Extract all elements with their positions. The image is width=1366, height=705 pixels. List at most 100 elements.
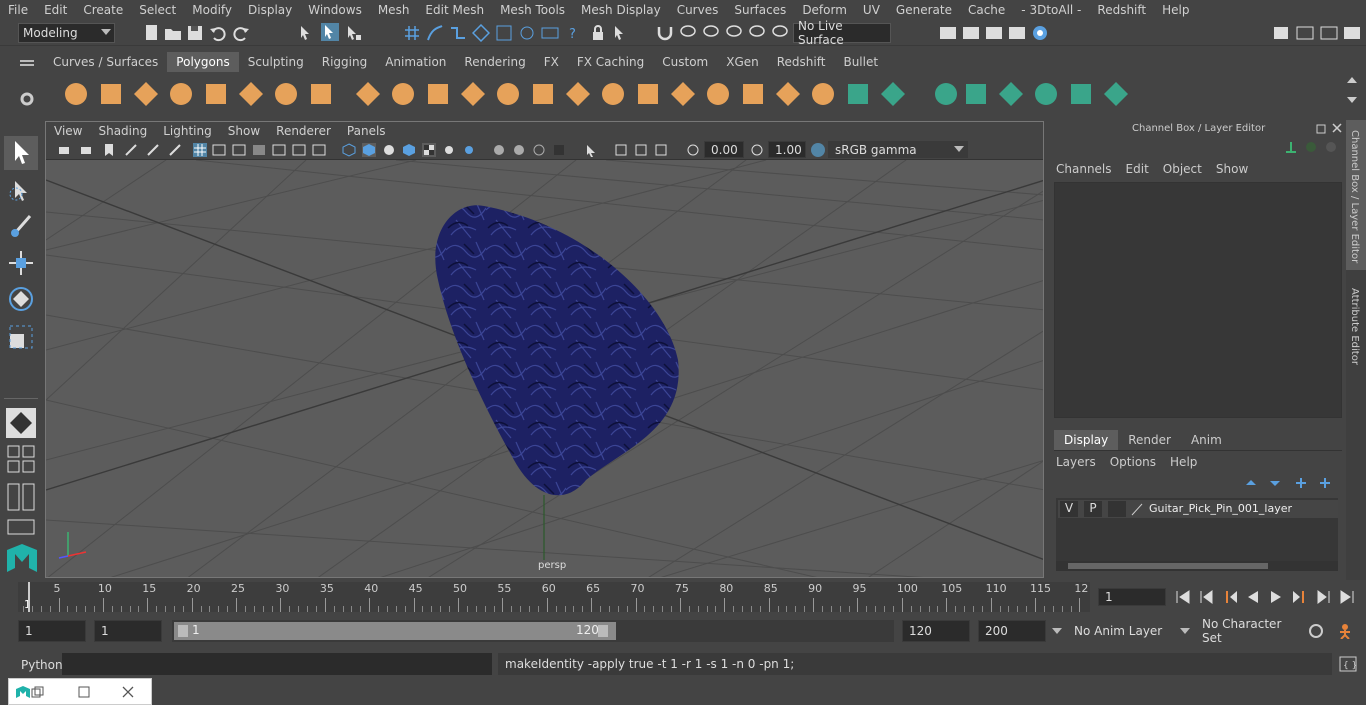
grease-pencil-icon[interactable] [168, 143, 182, 157]
unfold-icon[interactable] [1032, 80, 1060, 108]
camera-icon[interactable] [58, 143, 72, 157]
lasso-tool-icon[interactable] [6, 176, 36, 206]
screen-space-ao-icon[interactable] [492, 143, 506, 157]
shelf-tab-custom[interactable]: Custom [653, 52, 717, 72]
move-tool-icon[interactable] [6, 248, 36, 278]
go-to-end-icon[interactable] [1339, 590, 1355, 604]
move-layer-down-icon[interactable] [1268, 476, 1282, 490]
command-input[interactable] [62, 653, 492, 675]
shelf-tab-bullet[interactable]: Bullet [834, 52, 887, 72]
layer-row[interactable]: V P Guitar_Pick_Pin_001_layer [1058, 500, 1338, 518]
layer-menu-layers[interactable]: Layers [1056, 455, 1110, 471]
paint-tool-icon[interactable] [6, 212, 36, 242]
close-panel-icon[interactable] [1331, 122, 1343, 134]
current-frame-field[interactable]: 1 [1098, 588, 1166, 606]
gamma-icon[interactable] [750, 143, 764, 157]
layer-name[interactable]: Guitar_Pick_Pin_001_layer [1149, 502, 1292, 515]
layer-scrollbar[interactable] [1056, 561, 1338, 571]
play-backward-icon[interactable] [1245, 590, 1261, 604]
viewport-menu-show[interactable]: Show [220, 122, 268, 140]
quad-draw-icon[interactable] [879, 80, 907, 108]
lights-icon[interactable] [442, 143, 456, 157]
play-forward-icon[interactable] [1268, 590, 1284, 604]
new-layer-selected-icon[interactable] [1318, 476, 1332, 490]
bevel-icon[interactable] [739, 80, 767, 108]
safe-title-icon[interactable] [312, 143, 326, 157]
menu-mesh-tools[interactable]: Mesh Tools [492, 3, 573, 17]
shelf-tab-fx[interactable]: FX [535, 52, 568, 72]
combine-icon[interactable] [424, 80, 452, 108]
gamma-field[interactable]: 1.00 [768, 141, 806, 158]
shelf-tab-rendering[interactable]: Rendering [455, 52, 534, 72]
layout-quad-icon[interactable] [6, 444, 36, 474]
new-scene-icon[interactable] [143, 24, 161, 42]
layer-display-type[interactable] [1108, 501, 1126, 517]
side-tab-channel-box[interactable]: Channel Box / Layer Editor [1346, 120, 1366, 270]
shadows-icon[interactable] [462, 143, 476, 157]
workspace-icon[interactable] [1272, 24, 1290, 42]
image-plane-icon[interactable] [124, 143, 138, 157]
viewport-menu-panels[interactable]: Panels [339, 122, 394, 140]
range-handle[interactable]: 1 120 [174, 622, 616, 640]
close-window-icon[interactable] [121, 685, 135, 699]
cube-icon[interactable] [97, 80, 125, 108]
camera-attr-icon[interactable] [80, 143, 94, 157]
render-settings-icon[interactable] [939, 24, 957, 42]
boolean-icon[interactable] [529, 80, 557, 108]
layer-tab-display[interactable]: Display [1054, 430, 1119, 450]
grid-toggle-icon[interactable] [193, 143, 207, 157]
depth-of-field-icon[interactable] [552, 143, 566, 157]
step-forward-icon[interactable] [1315, 590, 1331, 604]
layer-visibility-toggle[interactable]: V [1060, 501, 1078, 517]
shelf-tab-redshift[interactable]: Redshift [768, 52, 835, 72]
anim-layer-dropdown[interactable]: No Anim Layer [1068, 620, 1174, 642]
film-gate-icon[interactable] [212, 143, 226, 157]
select-component-icon[interactable] [345, 24, 363, 42]
cylinder-icon[interactable] [132, 80, 160, 108]
viewport-menu-shading[interactable]: Shading [90, 122, 155, 140]
xray-icon[interactable] [614, 143, 628, 157]
viewport-menu-lighting[interactable]: Lighting [155, 122, 220, 140]
target-weld-icon[interactable] [809, 80, 837, 108]
bookmark-icon[interactable] [102, 143, 116, 157]
command-language-label[interactable]: Python [21, 658, 63, 672]
open-scene-icon[interactable] [164, 24, 182, 42]
menu-edit-mesh[interactable]: Edit Mesh [417, 3, 492, 17]
smooth-shade-icon[interactable] [362, 143, 376, 157]
motion-blur-icon[interactable] [512, 143, 526, 157]
playback-start-field[interactable]: 1 [94, 620, 162, 642]
xray-joints-icon[interactable] [634, 143, 648, 157]
character-set-dropdown[interactable]: No Character Set [1196, 617, 1300, 645]
menu-deform[interactable]: Deform [794, 3, 855, 17]
start-time-field[interactable]: 1 [18, 620, 86, 642]
playhead[interactable] [28, 582, 30, 612]
snap-curve-icon[interactable] [426, 24, 444, 42]
scale-tool-icon[interactable] [6, 322, 36, 352]
target-icon[interactable] [1031, 24, 1049, 42]
menu-display[interactable]: Display [240, 3, 300, 17]
snap-view-plane-icon[interactable] [472, 24, 490, 42]
menu-mesh-display[interactable]: Mesh Display [573, 3, 669, 17]
toggle-panel-2-icon[interactable] [1320, 24, 1338, 42]
side-tab-attribute-editor[interactable]: Attribute Editor [1346, 280, 1366, 380]
playback-end-field[interactable]: 120 [902, 620, 970, 642]
menu-generate[interactable]: Generate [888, 3, 960, 17]
select-tool-icon[interactable] [4, 136, 38, 170]
color-space-dropdown[interactable]: sRGB gamma [828, 141, 968, 158]
transfer-icon[interactable] [1067, 80, 1095, 108]
maximize-window-icon[interactable] [77, 685, 91, 699]
anti-alias-icon[interactable] [532, 143, 546, 157]
channel-list[interactable] [1054, 182, 1342, 418]
tweak-icon[interactable] [725, 24, 743, 42]
wireframe-shaded-icon[interactable] [402, 143, 416, 157]
restore-window-icon[interactable] [31, 686, 45, 698]
menu-uv[interactable]: UV [855, 3, 888, 17]
shelf-tab-rigging[interactable]: Rigging [313, 52, 376, 72]
shelf-scroll[interactable] [1345, 75, 1359, 111]
toggle-panel-3-icon[interactable] [1343, 24, 1361, 42]
snap-point-icon[interactable] [449, 24, 467, 42]
extract-icon[interactable] [564, 80, 592, 108]
move-layer-up-icon[interactable] [1244, 476, 1258, 490]
merge-icon[interactable] [774, 80, 802, 108]
shelf-tab-polygons[interactable]: Polygons [167, 52, 239, 72]
